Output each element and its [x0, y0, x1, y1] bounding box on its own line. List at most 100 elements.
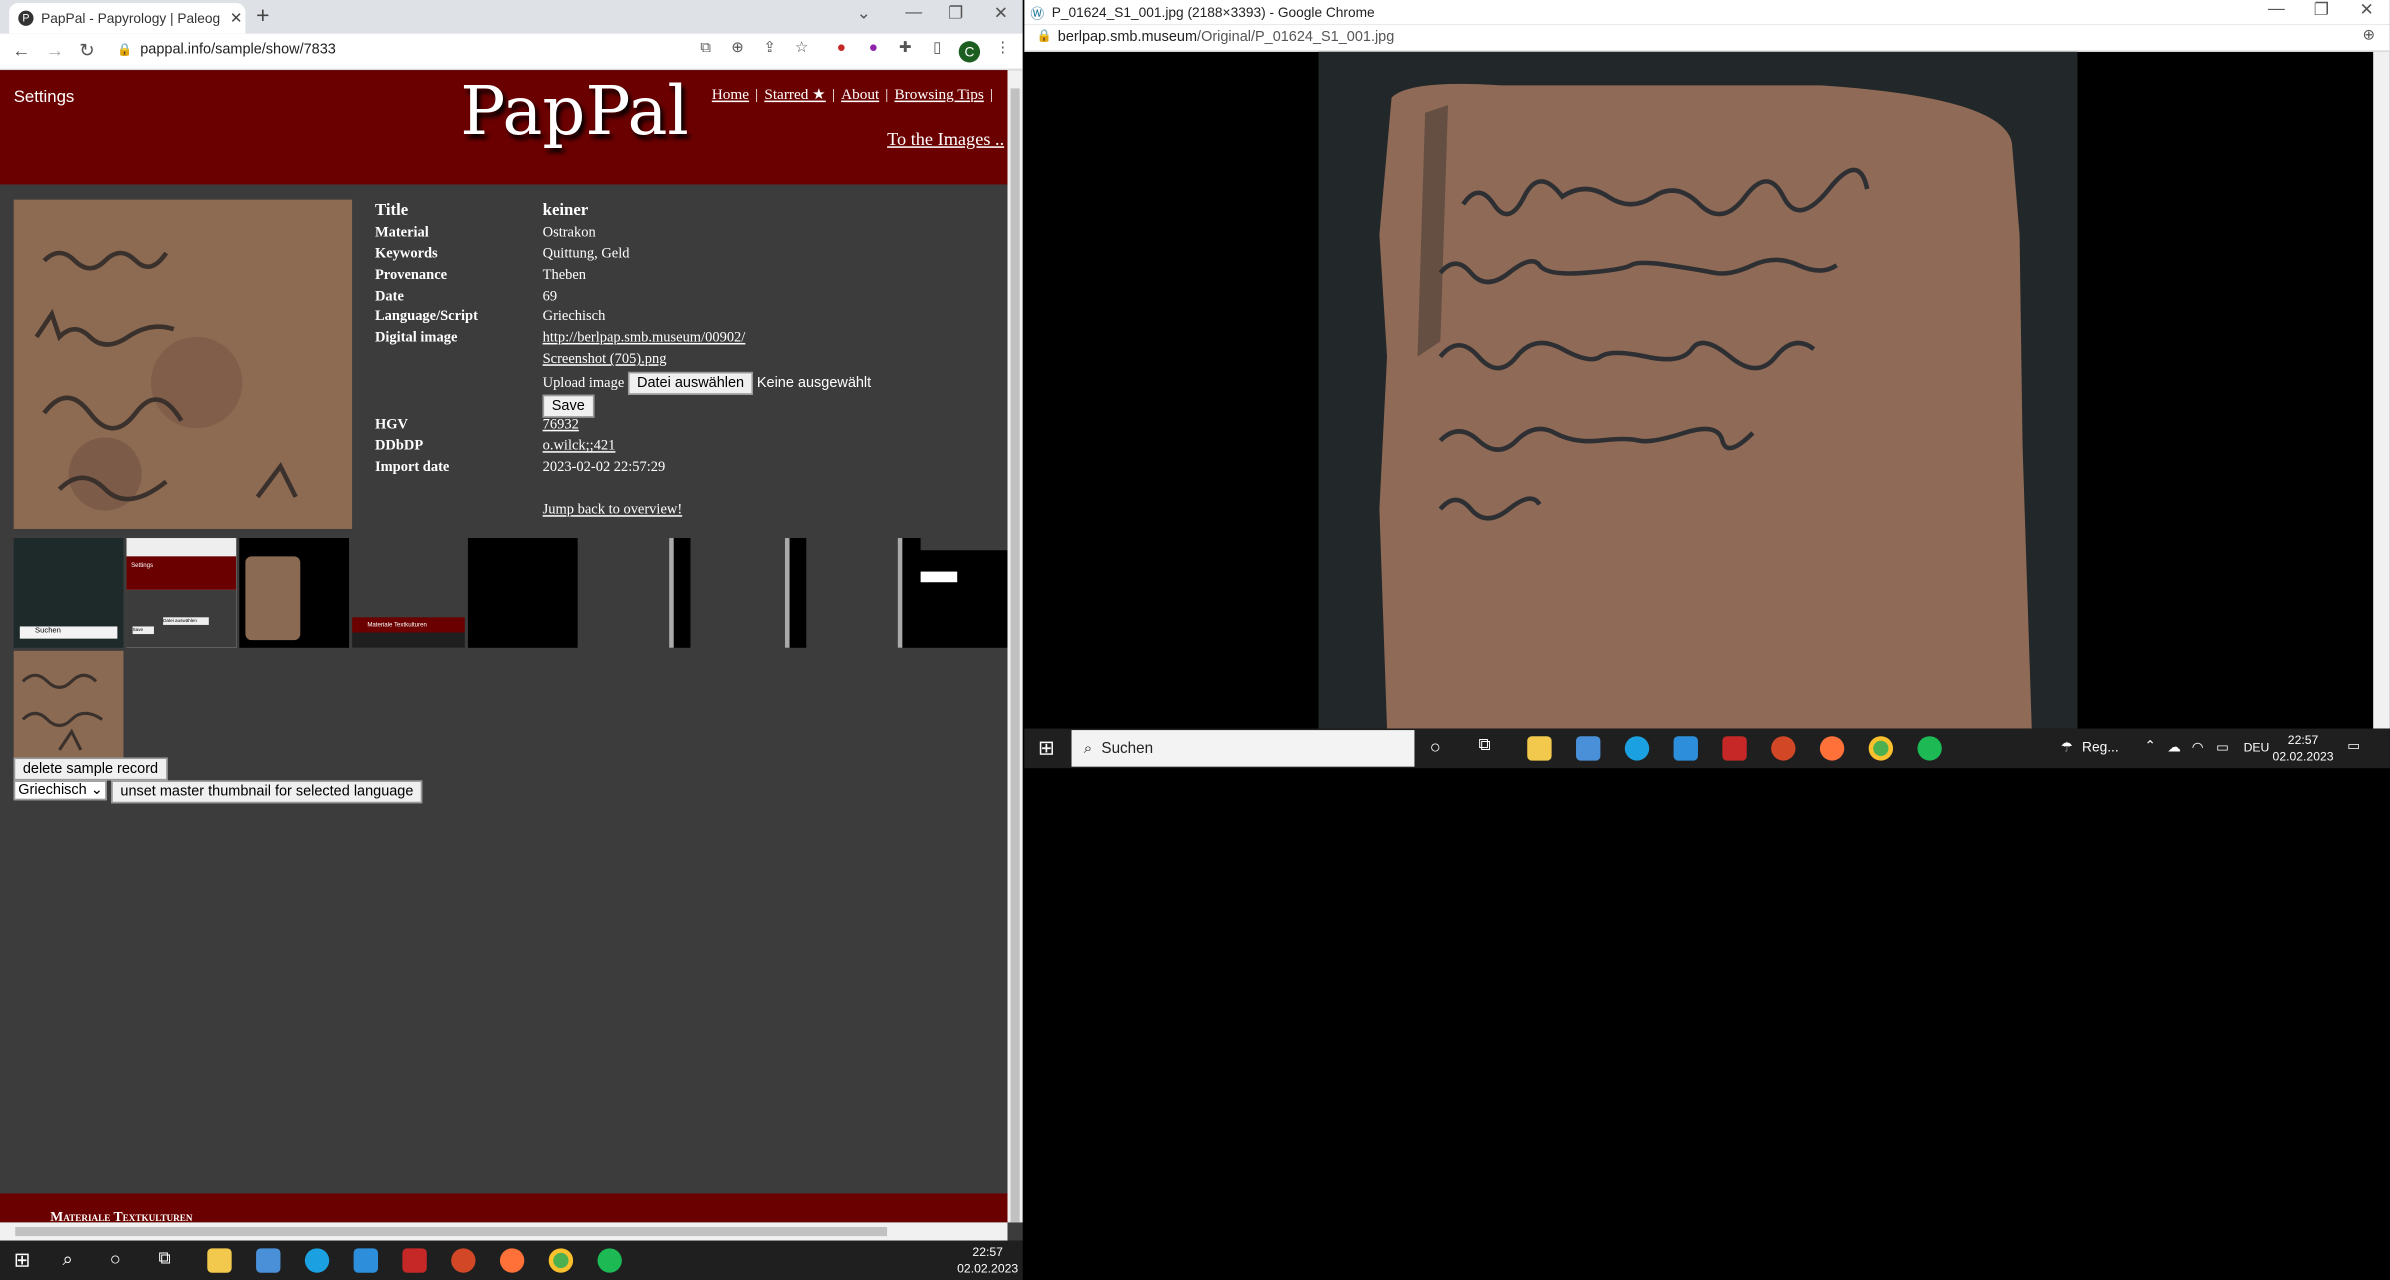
hgv-link[interactable]: 76932 — [543, 418, 579, 433]
thumbnail-caption: Save — [132, 626, 154, 635]
back-icon[interactable]: ← — [12, 40, 30, 61]
screenshot-link[interactable]: Screenshot (705).png — [543, 352, 667, 367]
powerpoint-icon[interactable] — [1771, 736, 1796, 761]
thumbnail[interactable] — [13, 650, 124, 761]
ostrakon-photo[interactable] — [1318, 51, 2078, 729]
acrobat-icon[interactable] — [1722, 736, 1747, 761]
bookmark-star-icon[interactable]: ☆ — [791, 40, 812, 61]
forward-icon[interactable]: → — [46, 40, 64, 61]
nav-about[interactable]: About — [841, 87, 879, 104]
nav-starred[interactable]: Starred ★ — [764, 87, 825, 104]
edge-icon[interactable] — [304, 1248, 330, 1273]
thumbnail[interactable]: Suchen — [13, 538, 124, 648]
horizontal-scrollbar[interactable] — [0, 1222, 1008, 1241]
weather-icon[interactable]: ☂ — [2061, 739, 2073, 756]
windows-start-icon[interactable]: ⊞ — [14, 1248, 31, 1272]
share-icon[interactable]: ⇪ — [759, 40, 780, 61]
weather-text[interactable]: Reg... — [2082, 739, 2119, 754]
save-button[interactable]: Save — [542, 394, 594, 418]
task-view-icon[interactable]: ⧉ — [159, 1250, 171, 1270]
lock-icon[interactable]: 🔒 — [117, 43, 132, 57]
reload-icon[interactable]: ↻ — [79, 40, 94, 61]
extensions-puzzle-icon[interactable]: ✚ — [895, 40, 916, 61]
thumbnail[interactable] — [467, 538, 578, 648]
windows-start-icon[interactable]: ⊞ — [1038, 736, 1055, 760]
thumbnail[interactable] — [784, 538, 807, 648]
firefox-icon[interactable] — [499, 1248, 525, 1273]
mail-icon[interactable] — [353, 1248, 379, 1273]
onedrive-icon[interactable]: ☁ — [2167, 739, 2181, 756]
tab-close-icon[interactable]: ✕ — [227, 10, 245, 27]
vertical-scrollbar[interactable] — [1007, 70, 1023, 1223]
spotify-icon[interactable] — [1917, 736, 1942, 761]
store-icon[interactable] — [256, 1248, 281, 1273]
acrobat-icon[interactable] — [402, 1248, 427, 1273]
restore-icon[interactable]: ❐ — [948, 3, 963, 23]
battery-icon[interactable]: ▭ — [2216, 739, 2229, 756]
sidepanel-icon[interactable]: ▯ — [927, 40, 948, 61]
clock[interactable]: 22:57 02.02.2023 — [954, 1244, 1021, 1278]
profile-avatar[interactable]: C — [958, 41, 981, 63]
taskbar-search[interactable]: ⌕ Suchen — [1071, 730, 1415, 767]
cortana-icon[interactable]: ○ — [110, 1248, 121, 1269]
spotify-icon[interactable] — [597, 1248, 622, 1273]
chevron-up-icon[interactable]: ⌃ — [2145, 738, 2157, 755]
cortana-icon[interactable]: ○ — [1430, 736, 1441, 757]
tab-search-chevron-icon[interactable]: ⌄ — [857, 3, 871, 23]
wifi-icon[interactable]: ◠ — [2192, 739, 2204, 756]
clock-time: 22:57 — [972, 1245, 1003, 1259]
file-choose-button[interactable]: Datei auswählen — [627, 371, 754, 395]
digital-image-link[interactable]: http://berlpap.smb.museum/00902/ — [543, 331, 746, 346]
thumbnail[interactable] — [897, 538, 1008, 648]
scroll-thumb[interactable] — [1010, 88, 1020, 1223]
master-thumbnail[interactable] — [13, 199, 353, 529]
extension-purple-icon[interactable]: ● — [863, 40, 884, 61]
ddbdp-link[interactable]: o.wilck;;421 — [543, 439, 616, 454]
language-select[interactable]: Griechisch ⌄ — [13, 780, 108, 801]
scroll-thumb[interactable] — [15, 1226, 888, 1237]
delete-sample-button[interactable]: delete sample record — [13, 757, 168, 781]
to-the-images-link[interactable]: To the Images .. — [887, 128, 1004, 151]
zoom-icon[interactable]: ⊕ — [2363, 27, 2376, 44]
right-browser-window: Ⓦ P_01624_S1_001.jpg (2188×3393) - Googl… — [1024, 0, 2390, 729]
chrome-icon[interactable] — [1868, 736, 1894, 761]
store-icon[interactable] — [1576, 736, 1601, 761]
file-explorer-icon[interactable] — [207, 1248, 232, 1273]
firefox-icon[interactable] — [1819, 736, 1845, 761]
language-indicator[interactable]: DEU — [2244, 741, 2270, 755]
url-field[interactable]: pappal.info/sample/show/7833 — [140, 41, 336, 58]
close-window-icon[interactable]: ✕ — [2359, 0, 2373, 20]
extension-red-icon[interactable]: ● — [831, 40, 852, 61]
task-view-icon[interactable]: ⧉ — [1478, 736, 1490, 756]
minimize-icon[interactable]: — — [2268, 0, 2285, 18]
menu-dots-icon[interactable]: ⋮ — [992, 40, 1013, 61]
notifications-icon[interactable]: ▭ — [2347, 738, 2360, 755]
thumbnail[interactable]: Settings Datei auswählen Save — [126, 538, 237, 648]
edge-icon[interactable] — [1624, 736, 1650, 761]
jump-back-link[interactable]: Jump back to overview! — [543, 503, 683, 518]
restore-icon[interactable]: ❐ — [2314, 0, 2329, 20]
new-tab-button[interactable]: + — [256, 3, 269, 29]
nav-browsing-tips[interactable]: Browsing Tips — [894, 87, 983, 104]
file-explorer-icon[interactable] — [1527, 736, 1552, 761]
nav-home[interactable]: Home — [712, 87, 749, 104]
close-window-icon[interactable]: ✕ — [994, 3, 1008, 23]
search-icon[interactable]: ⌕ — [62, 1248, 72, 1271]
vertical-scrollbar[interactable] — [2373, 51, 2390, 729]
tab-pappal[interactable]: P PapPal - Papyrology | Paleograph ✕ — [9, 3, 246, 34]
powerpoint-icon[interactable] — [451, 1248, 476, 1273]
minimize-icon[interactable]: — — [905, 3, 922, 21]
lock-icon[interactable]: 🔒 — [1036, 29, 1051, 43]
thumbnail[interactable] — [239, 538, 350, 648]
unset-thumbnail-button[interactable]: unset master thumbnail for selected lang… — [111, 780, 423, 804]
settings-link[interactable]: Settings — [14, 88, 75, 106]
mail-icon[interactable] — [1673, 736, 1698, 761]
clock[interactable]: 22:57 02.02.2023 — [2271, 732, 2335, 766]
url-field[interactable]: berlpap.smb.museum/Original/P_01624_S1_0… — [1058, 29, 1394, 46]
translate-icon[interactable]: ⧉ — [695, 40, 716, 61]
zoom-icon[interactable]: ⊕ — [727, 40, 748, 61]
chrome-icon[interactable] — [548, 1248, 574, 1273]
pappal-logo[interactable]: PapPal — [460, 73, 689, 151]
thumbnail[interactable]: Materiale Textkulturen — [352, 538, 465, 648]
thumbnail[interactable] — [669, 538, 691, 648]
